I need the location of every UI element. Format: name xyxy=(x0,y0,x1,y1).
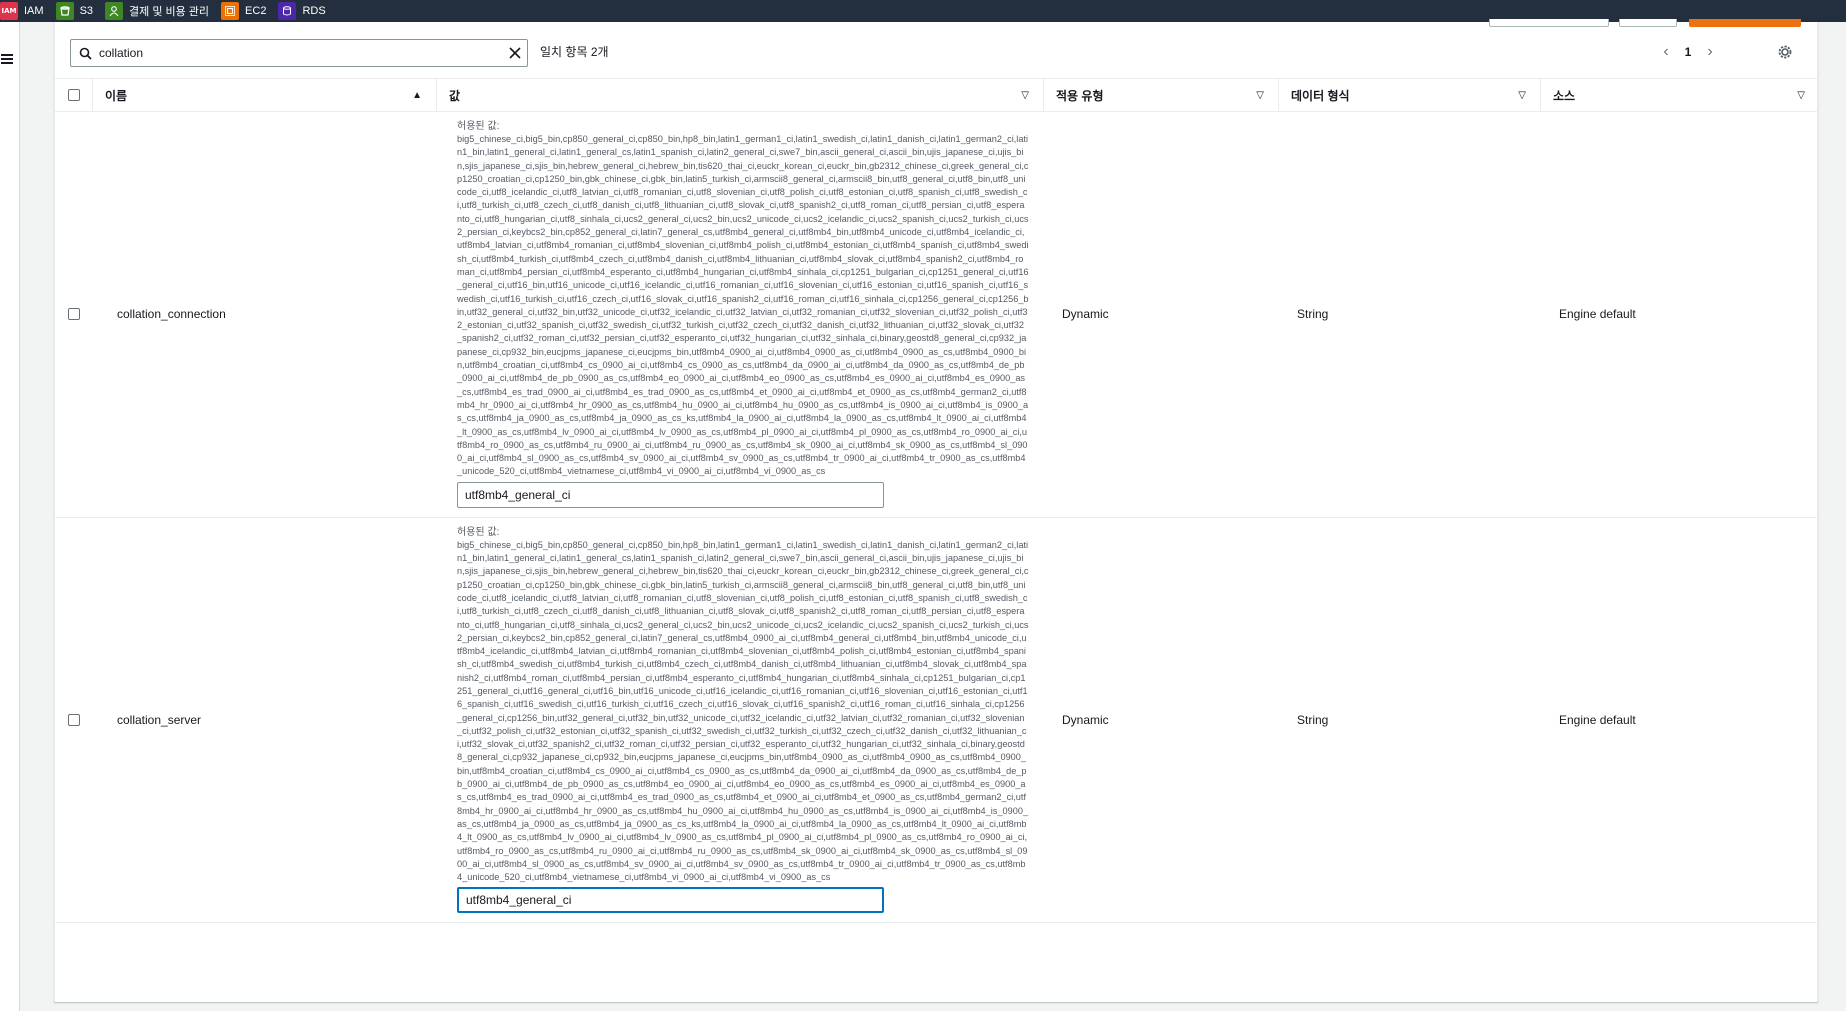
parameters-panel: 일치 항목 2개 ‹ 1 › 이름 ▲ 값 ▽ 적용 유형 ▽ xyxy=(54,19,1819,1002)
sort-ascending-icon: ▲ xyxy=(412,89,422,101)
row-checkbox[interactable] xyxy=(68,714,80,727)
allowed-values-text: big5_chinese_ci,big5_bin,cp850_general_c… xyxy=(457,134,1029,477)
match-count: 일치 항목 2개 xyxy=(540,45,609,59)
ec2-icon xyxy=(221,2,240,20)
search-input[interactable] xyxy=(99,41,503,65)
data-type: String xyxy=(1297,307,1329,322)
left-rail xyxy=(0,22,20,1011)
table-row: collation_server 허용된 값: big5_chinese_ci,… xyxy=(55,518,1819,924)
value-cell: 허용된 값: big5_chinese_ci,big5_bin,cp850_ge… xyxy=(437,518,1044,923)
column-header-source[interactable]: 소스 ▽ xyxy=(1541,78,1819,112)
table-row: collation_connection 허용된 값: big5_chinese… xyxy=(55,112,1819,518)
primary-action-stub[interactable] xyxy=(1689,19,1801,27)
apply-type: Dynamic xyxy=(1062,307,1109,322)
favorite-label: IAM xyxy=(24,5,44,17)
parameter-name: collation_server xyxy=(117,713,202,728)
column-header-data-type[interactable]: 데이터 형식 ▽ xyxy=(1279,78,1541,112)
header-button-stub[interactable] xyxy=(1619,19,1677,27)
favorite-label: 결제 및 비용 관리 xyxy=(129,6,210,18)
sort-icon: ▽ xyxy=(1021,89,1029,101)
allowed-values-label: 허용된 값: xyxy=(457,526,500,538)
favorite-ec2[interactable]: EC2 xyxy=(221,0,266,22)
parameters-table: 이름 ▲ 값 ▽ 적용 유형 ▽ 데이터 형식 ▽ 소스 ▽ collation… xyxy=(55,78,1819,924)
table-header: 이름 ▲ 값 ▽ 적용 유형 ▽ 데이터 형식 ▽ 소스 ▽ xyxy=(55,78,1819,112)
favorite-billing[interactable]: 결제 및 비용 관리 xyxy=(105,0,209,22)
favorite-s3[interactable]: S3 xyxy=(55,0,94,22)
s3-icon xyxy=(55,2,74,20)
favorite-label: EC2 xyxy=(245,5,267,17)
allowed-values-label: 허용된 값: xyxy=(457,121,500,132)
value-cell: 허용된 값: big5_chinese_ci,big5_bin,cp850_ge… xyxy=(437,112,1044,517)
value-input[interactable] xyxy=(457,887,884,914)
row-checkbox[interactable] xyxy=(68,308,80,321)
apply-type: Dynamic xyxy=(1062,713,1109,728)
clear-search-icon[interactable] xyxy=(503,41,527,65)
search-field[interactable] xyxy=(70,39,528,67)
iam-icon: IAM xyxy=(0,2,18,20)
favorite-rds[interactable]: RDS xyxy=(278,0,326,22)
current-page[interactable]: 1 xyxy=(1677,45,1699,59)
previous-page-icon[interactable]: ‹ xyxy=(1655,41,1677,63)
sort-icon: ▽ xyxy=(1518,89,1526,101)
sort-icon: ▽ xyxy=(1256,89,1264,101)
row-select-cell xyxy=(55,518,93,923)
source: Engine default xyxy=(1559,307,1636,322)
column-header-value[interactable]: 값 ▽ xyxy=(437,78,1044,112)
data-type: String xyxy=(1297,713,1329,728)
parameter-name: collation_connection xyxy=(117,307,226,322)
menu-icon[interactable] xyxy=(1,54,13,64)
row-select-cell xyxy=(55,112,93,517)
select-all-checkbox[interactable] xyxy=(67,89,80,101)
allowed-values-text: big5_chinese_ci,big5_bin,cp850_general_c… xyxy=(457,539,1029,883)
column-header-name[interactable]: 이름 ▲ xyxy=(93,78,437,112)
value-input[interactable] xyxy=(457,481,884,508)
gear-icon[interactable] xyxy=(1774,41,1796,63)
vertical-scrollbar[interactable] xyxy=(1836,22,1846,1011)
source: Engine default xyxy=(1559,713,1636,728)
pagination: ‹ 1 › xyxy=(1655,40,1721,64)
rds-icon xyxy=(278,2,297,20)
select-all-cell xyxy=(55,78,93,112)
favorite-label: RDS xyxy=(302,5,326,17)
billing-icon xyxy=(105,2,124,20)
favorite-iam[interactable]: IAM IAM xyxy=(0,0,44,22)
sort-icon: ▽ xyxy=(1797,89,1805,101)
header-button-stub[interactable] xyxy=(1489,19,1609,27)
column-header-apply-type[interactable]: 적용 유형 ▽ xyxy=(1044,78,1279,112)
next-page-icon[interactable]: › xyxy=(1699,41,1721,63)
search-icon xyxy=(71,40,99,66)
favorite-label: S3 xyxy=(79,5,94,17)
